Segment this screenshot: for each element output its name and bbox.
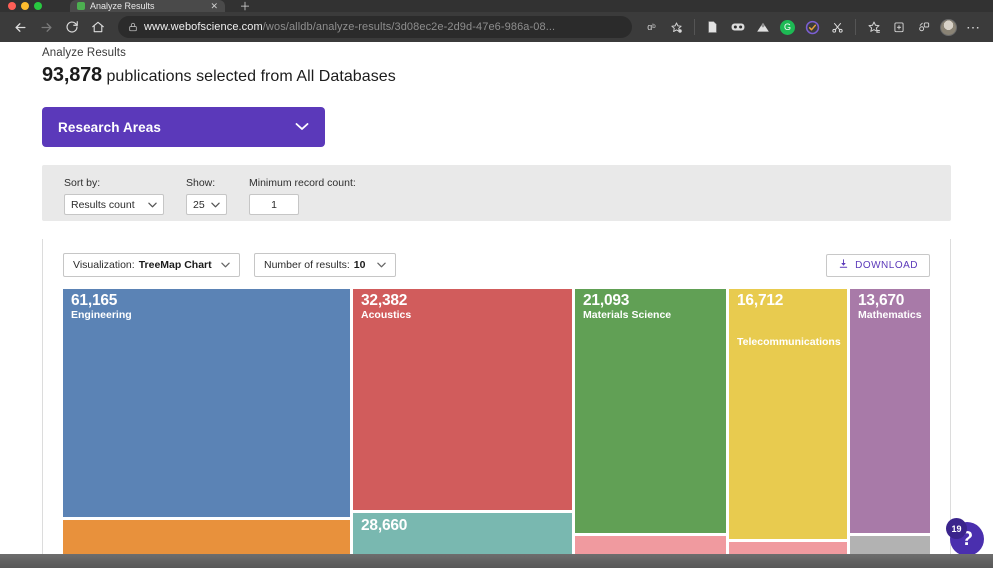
treemap-column: 16,712 Telecommunications [729, 289, 847, 568]
browser-toolbar: www.webofscience.com/wos/alldb/analyze-r… [0, 12, 993, 42]
visualization-controls: Visualization: TreeMap Chart Number of r… [43, 239, 950, 277]
results-toolbar: Sort by: Results count Show: 25 Minimum … [42, 165, 951, 221]
back-arrow-icon[interactable] [8, 15, 32, 39]
results-value: 10 [353, 259, 366, 271]
tile-value: 32,382 [361, 292, 408, 309]
page-title-rest: publications selected from All Databases [101, 68, 396, 85]
address-bar[interactable]: www.webofscience.com/wos/alldb/analyze-r… [118, 16, 632, 38]
tile-value: 21,093 [583, 292, 630, 309]
tile-label: Mathematics [858, 309, 922, 321]
close-window-button[interactable] [8, 2, 16, 10]
min-record-count-label: Minimum record count: [249, 177, 356, 189]
document-reader-icon[interactable] [701, 16, 724, 39]
grammarly-icon[interactable]: G [776, 16, 799, 39]
number-of-results-select[interactable]: Number of results: 10 [254, 253, 396, 277]
sort-by-group: Sort by: Results count [64, 177, 164, 215]
forward-arrow-icon[interactable] [34, 15, 58, 39]
tile-label: Acoustics [361, 309, 412, 321]
research-areas-label: Research Areas [58, 119, 161, 135]
tile-label: Engineering [71, 309, 132, 321]
min-record-count-group: Minimum record count: 1 [249, 177, 356, 215]
tile-value: 61,165 [71, 292, 118, 309]
treemap-chart: 61,165 Engineering 32,382 Acoustics 28,6… [63, 289, 930, 568]
visualization-type-select[interactable]: Visualization: TreeMap Chart [63, 253, 240, 277]
url-scheme-domain: www.webofscience.com [144, 21, 263, 33]
wos-favicon [77, 2, 85, 10]
sort-by-value: Results count [71, 198, 135, 211]
visualization-value: TreeMap Chart [138, 259, 212, 271]
favorites-star-icon[interactable] [862, 16, 885, 39]
chevron-down-icon [148, 199, 157, 211]
add-favorite-icon[interactable] [665, 16, 688, 39]
browser-essentials-icon[interactable] [912, 16, 935, 39]
treemap-column: 21,093 Materials Science [575, 289, 726, 568]
tile-label: Materials Science [583, 309, 672, 321]
reading-mode-icon[interactable]: ɑᵇ [640, 16, 663, 39]
page-eyebrow: Analyze Results [42, 47, 126, 59]
avatar[interactable] [937, 16, 960, 39]
page-title: 93,878 publications selected from All Da… [42, 64, 951, 87]
viewport-bottom-shadow [0, 554, 993, 568]
tile-value: 28,660 [361, 517, 408, 534]
min-record-count-input[interactable]: 1 [249, 194, 299, 215]
treemap-tile-materials-science[interactable]: 21,093 Materials Science [575, 289, 726, 533]
treemap-tile-telecommunications[interactable]: 16,712 Telecommunications [729, 289, 847, 539]
page-body: Analyze Results 93,878 publications sele… [0, 42, 993, 568]
publication-count: 93,878 [42, 64, 102, 86]
url-text: www.webofscience.com/wos/alldb/analyze-r… [144, 21, 555, 33]
browser-tab[interactable]: Analyze Results ✕ [70, 0, 225, 12]
help-badge: 19 [946, 518, 967, 539]
adblock-mountain-icon[interactable] [751, 16, 774, 39]
minimize-window-button[interactable] [21, 2, 29, 10]
chevron-down-icon [221, 259, 230, 271]
visualization-key: Visualization: [73, 259, 135, 271]
visualization-card: Visualization: TreeMap Chart Number of r… [42, 239, 951, 568]
dark-reader-icon[interactable] [726, 16, 749, 39]
results-key: Number of results: [264, 259, 350, 271]
download-icon [838, 258, 849, 272]
treemap-tile-acoustics[interactable]: 32,382 Acoustics [353, 289, 572, 510]
tab-strip: Analyze Results ✕ ＋ [0, 0, 993, 12]
treemap-tile-mathematics[interactable]: 13,670 Mathematics [850, 289, 930, 533]
sort-by-select[interactable]: Results count [64, 194, 164, 215]
page-content: Analyze Results 93,878 publications sele… [0, 42, 993, 568]
tile-value: 13,670 [858, 292, 905, 309]
browser-window: Analyze Results ✕ ＋ www.webofscience.com… [0, 0, 993, 568]
close-icon[interactable]: ✕ [210, 1, 218, 12]
show-select[interactable]: 25 [186, 194, 227, 215]
sort-by-label: Sort by: [64, 177, 101, 189]
treemap-column: 61,165 Engineering [63, 289, 350, 568]
extensions-area: ɑᵇ G ⋯ [640, 16, 985, 39]
maximize-window-button[interactable] [34, 2, 42, 10]
settings-more-icon[interactable]: ⋯ [962, 16, 985, 39]
show-label: Show: [186, 177, 216, 189]
chevron-down-icon [377, 259, 386, 271]
treemap-column: 13,670 Mathematics [850, 289, 930, 568]
toolbar-divider-2 [855, 19, 856, 35]
tile-value: 16,712 [737, 292, 784, 309]
window-traffic-lights [0, 0, 42, 12]
reload-icon[interactable] [60, 15, 84, 39]
download-button[interactable]: DOWNLOAD [826, 253, 930, 277]
treemap-column: 32,382 Acoustics 28,660 [353, 289, 572, 568]
download-label: DOWNLOAD [855, 259, 918, 271]
chevron-down-icon [211, 199, 220, 211]
help-widget[interactable]: ? 19 [946, 518, 984, 556]
show-group: Show: 25 [186, 177, 227, 215]
url-path: /wos/alldb/analyze-results/3d08ec2e-2d9d… [262, 21, 556, 33]
tab-title: Analyze Results [90, 1, 155, 11]
show-value: 25 [193, 198, 205, 211]
home-icon[interactable] [86, 15, 110, 39]
chevron-down-icon [295, 118, 309, 136]
lock-icon [128, 22, 138, 32]
toolbar-divider [694, 19, 695, 35]
new-tab-button[interactable]: ＋ [232, 0, 258, 12]
tile-label: Telecommunications [737, 336, 841, 348]
todoist-check-icon[interactable] [801, 16, 824, 39]
research-areas-dropdown[interactable]: Research Areas [42, 107, 325, 147]
collections-add-icon[interactable] [887, 16, 910, 39]
treemap-tile-engineering[interactable]: 61,165 Engineering [63, 289, 350, 517]
scissors-clip-icon[interactable] [826, 16, 849, 39]
